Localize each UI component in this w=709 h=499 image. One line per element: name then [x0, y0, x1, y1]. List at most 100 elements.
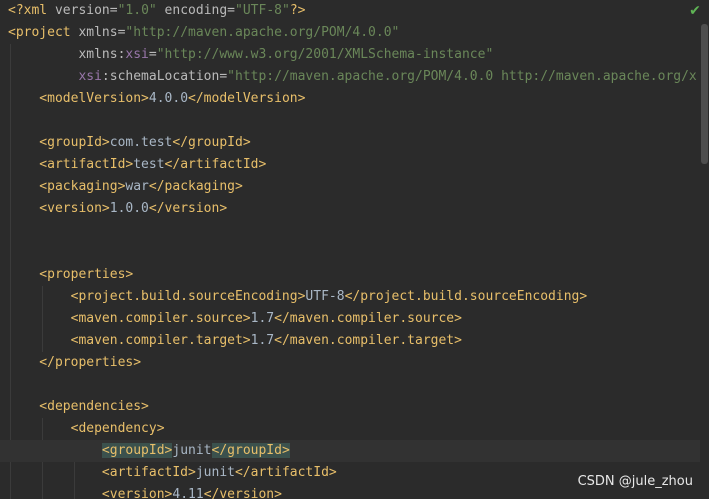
code-line[interactable]: <?xml version="1.0" encoding="UTF-8"?> — [0, 0, 700, 22]
code-line[interactable] — [0, 220, 700, 242]
code-token: 1.0.0 — [109, 201, 149, 216]
code-token: <dependencies> — [8, 399, 149, 414]
code-token: UTF-8 — [305, 289, 345, 304]
code-editor[interactable]: <?xml version="1.0" encoding="UTF-8"?> <p… — [0, 0, 709, 499]
code-token: <maven.compiler.target> — [8, 333, 251, 348]
vertical-scrollbar[interactable] — [700, 0, 709, 499]
code-line[interactable]: xmlns:xsi="http://www.w3.org/2001/XMLSch… — [0, 44, 700, 66]
code-token: xmlns= — [78, 25, 126, 40]
code-token: encoding= — [156, 3, 236, 18]
code-line-content: <project xmlns="http://maven.apache.org/… — [8, 22, 399, 44]
code-token: <groupId> — [8, 135, 110, 150]
code-line[interactable] — [0, 242, 700, 264]
code-line[interactable] — [0, 374, 700, 396]
code-token: version= — [54, 3, 118, 18]
code-token: junit — [195, 465, 235, 480]
code-token: xsi — [8, 69, 102, 84]
code-token: :schemaLocation= — [101, 69, 228, 84]
code-line[interactable]: <project.build.sourceEncoding>UTF-8</pro… — [0, 286, 700, 308]
code-line[interactable]: </properties> — [0, 352, 700, 374]
code-line-content: <artifactId>test</artifactId> — [8, 154, 266, 176]
code-token: 4.11 — [172, 487, 204, 499]
code-token: <modelVersion> — [8, 91, 149, 106]
code-token: = — [148, 47, 157, 62]
code-line-content: <?xml version="1.0" encoding="UTF-8"?> — [8, 0, 305, 22]
watermark: CSDN @jule_zhou — [577, 474, 693, 489]
code-line-content: <dependencies> — [8, 396, 149, 418]
code-line[interactable]: <groupId>com.test</groupId> — [0, 132, 700, 154]
code-token: <packaging> — [8, 179, 126, 194]
code-token: 1.7 — [250, 311, 275, 326]
code-line[interactable]: <packaging>war</packaging> — [0, 176, 700, 198]
code-line-content: <modelVersion>4.0.0</modelVersion> — [8, 88, 305, 110]
code-token: war — [125, 179, 149, 194]
code-token: </artifactId> — [234, 465, 337, 480]
code-token: </artifactId> — [164, 157, 267, 172]
code-token: xsi — [125, 47, 149, 62]
code-token: </modelVersion> — [188, 91, 306, 106]
code-line-content: <version>1.0.0</version> — [8, 198, 227, 220]
code-token: test — [133, 157, 165, 172]
code-token: </groupId> — [211, 443, 290, 458]
code-token: <dependency> — [8, 421, 165, 436]
code-line[interactable]: <groupId>junit</groupId> — [0, 440, 700, 462]
code-token: <artifactId> — [8, 157, 134, 172]
code-token: <project.build.sourceEncoding> — [8, 289, 306, 304]
code-line-content: <version>4.11</version> — [8, 484, 282, 499]
code-line-content: <maven.compiler.source>1.7</maven.compil… — [8, 308, 462, 330]
code-token: xmlns: — [8, 47, 126, 62]
code-line[interactable] — [0, 110, 700, 132]
code-token: 4.0.0 — [148, 91, 189, 106]
check-icon[interactable]: ✔ — [687, 3, 703, 19]
code-token: </version> — [148, 201, 228, 216]
code-token: "http://maven.apache.org/POM/4.0.0" — [125, 25, 400, 40]
code-token: <properties> — [8, 267, 134, 282]
code-token: "http://www.w3.org/2001/XMLSchema-instan… — [156, 47, 494, 62]
code-token: junit — [172, 443, 212, 458]
code-line[interactable]: <dependencies> — [0, 396, 700, 418]
code-token: </version> — [203, 487, 282, 499]
code-token: <version> — [8, 201, 110, 216]
code-token: </properties> — [8, 355, 142, 370]
code-token: "http://maven.apache.org/POM/4.0.0 http:… — [227, 69, 697, 84]
code-token: com.test — [109, 135, 173, 150]
code-line-content: <project.build.sourceEncoding>UTF-8</pro… — [8, 286, 588, 308]
code-line-content: <properties> — [8, 264, 133, 286]
code-line-content: <groupId>com.test</groupId> — [8, 132, 251, 154]
code-token: <project — [8, 25, 79, 40]
code-token: <groupId> — [101, 443, 173, 458]
code-token: <maven.compiler.source> — [8, 311, 251, 326]
code-line-content: xmlns:xsi="http://www.w3.org/2001/XMLSch… — [8, 44, 493, 66]
code-token: 1.7 — [250, 333, 275, 348]
code-line-content: </properties> — [8, 352, 141, 374]
code-line-content: <packaging>war</packaging> — [8, 176, 243, 198]
code-token: ?> — [289, 3, 306, 18]
code-token: </maven.compiler.source> — [274, 311, 462, 326]
code-token: <version> — [8, 487, 173, 499]
code-line-content: <dependency> — [8, 418, 165, 440]
scrollbar-thumb[interactable] — [701, 24, 708, 164]
code-line[interactable]: <maven.compiler.target>1.7</maven.compil… — [0, 330, 700, 352]
code-line[interactable]: <properties> — [0, 264, 700, 286]
code-token: </maven.compiler.target> — [274, 333, 462, 348]
code-area[interactable]: <?xml version="1.0" encoding="UTF-8"?> <p… — [0, 0, 700, 499]
code-token: "UTF-8" — [235, 3, 290, 18]
code-line-content: <groupId>junit</groupId> — [8, 440, 290, 462]
code-line[interactable]: <maven.compiler.source>1.7</maven.compil… — [0, 308, 700, 330]
code-token: "1.0" — [117, 3, 157, 18]
code-line[interactable]: xsi:schemaLocation="http://maven.apache.… — [0, 66, 700, 88]
code-token: <?xml — [8, 3, 55, 18]
code-token: </packaging> — [148, 179, 243, 194]
code-token: <artifactId> — [8, 465, 196, 480]
code-line-content: <maven.compiler.target>1.7</maven.compil… — [8, 330, 462, 352]
code-line-content: <artifactId>junit</artifactId> — [8, 462, 337, 484]
code-line[interactable]: <project xmlns="http://maven.apache.org/… — [0, 22, 700, 44]
code-line[interactable]: <dependency> — [0, 418, 700, 440]
code-line[interactable]: <artifactId>test</artifactId> — [0, 154, 700, 176]
code-token: </project.build.sourceEncoding> — [344, 289, 588, 304]
code-token: </groupId> — [172, 135, 251, 150]
code-line[interactable]: <modelVersion>4.0.0</modelVersion> — [0, 88, 700, 110]
code-line[interactable]: <version>1.0.0</version> — [0, 198, 700, 220]
code-line-content: xsi:schemaLocation="http://maven.apache.… — [8, 66, 697, 88]
